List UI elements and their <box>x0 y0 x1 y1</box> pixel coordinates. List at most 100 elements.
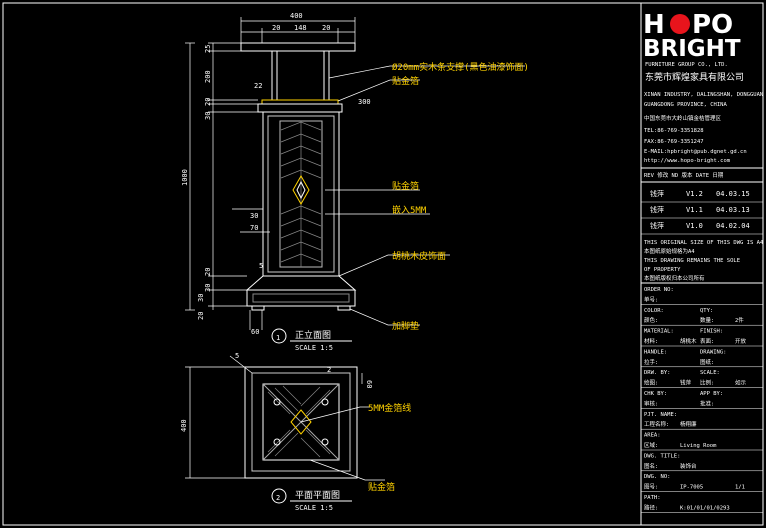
field-value: 装饰台 <box>680 462 697 470</box>
field-key: 单号: <box>644 295 658 303</box>
dim-left-200: 200 <box>204 70 212 83</box>
revision-by: 钱萍 <box>650 221 664 230</box>
dim-22: 22 <box>254 82 262 90</box>
addr-en-1: XINAN INDUSTRY, DALINGSHAN, DONGGUAN <box>644 92 763 98</box>
field-key: AREA: <box>644 433 661 439</box>
elevation-title-text: 正立面图 <box>295 329 331 341</box>
dim-70: 70 <box>250 224 258 232</box>
plan-dim-5: 5 <box>235 352 239 360</box>
email: E-MAIL:hpbright@pub.dgnet.gd.cn <box>644 149 747 155</box>
callout-gold-line: 5MM金箔线 <box>368 402 411 414</box>
revision-date: 04.02.04 <box>716 222 750 230</box>
field-key: 区域: <box>644 441 658 449</box>
note-size-cn: 本图纸原始规格为A4 <box>644 247 695 255</box>
herringbone-pattern <box>280 121 322 267</box>
revision-version: V1.0 <box>686 222 703 230</box>
dim-left-20b: 20 <box>204 268 212 276</box>
fax: FAX:86-769-3351247 <box>644 139 704 145</box>
dim-30: 30 <box>250 212 258 220</box>
dim-b: 148 <box>294 24 307 32</box>
field-key-2: DRAWING: <box>700 349 727 355</box>
elevation-title: 1 正立面图 SCALE 1:5 <box>271 328 352 352</box>
note-property-cn: 本图纸版权归本公司所有 <box>644 274 705 282</box>
dim-c: 20 <box>322 24 330 32</box>
field-value-2: 2件 <box>735 316 744 324</box>
dim-left-30c: 30 <box>197 294 205 302</box>
elevation-title-number: 1 <box>276 334 280 342</box>
company-logo: H PO BRIGHT FURNITURE GROUP CO., LTD. 东莞… <box>643 10 744 83</box>
plan-title-text: 平面平面图 <box>295 490 340 501</box>
field-value: K:01/01/01/0293 <box>680 505 730 511</box>
top-slab <box>240 42 356 52</box>
addr-en-2: GUANGDONG PROVINCE, CHINA <box>644 102 727 108</box>
callout-gold-leaf-1: 贴金箔 <box>392 75 419 87</box>
pedestal-base <box>245 275 357 291</box>
callout-support-rod: Ø20mm实木条支撑(黑色油漆饰面) <box>392 61 529 73</box>
plan-scale: SCALE 1:5 <box>295 504 333 512</box>
revision-by: 钱萍 <box>650 205 664 214</box>
field-key-2: 表面: <box>700 337 714 345</box>
elevation-dim-labels: 400 20 148 20 25 200 20 30 1000 30 70 5 … <box>181 12 371 336</box>
field-key: DWG. TITLE: <box>644 453 680 459</box>
field-key-2: 比例: <box>700 379 714 387</box>
dim-left-25: 25 <box>204 45 212 53</box>
gold-band <box>261 99 339 105</box>
field-key: COLOR: <box>644 308 664 314</box>
field-key: CHK BY: <box>644 391 667 397</box>
field-key: DWG. NO: <box>644 474 671 480</box>
field-value: 杨翔廉 <box>680 420 697 428</box>
field-key-2: 数量: <box>700 316 714 324</box>
field-key: DRW. BY: <box>644 370 671 376</box>
callout-walnut-veneer: 胡桃木皮饰面 <box>392 250 446 262</box>
field-key: 路径: <box>644 503 658 511</box>
title-block: H PO BRIGHT FURNITURE GROUP CO., LTD. 东莞… <box>640 3 764 525</box>
note-size: THIS ORIGINAL SIZE OF THIS DWG IS A4 <box>644 240 764 246</box>
dim-300: 300 <box>358 98 371 106</box>
plan-dim-400: 400 <box>180 419 188 432</box>
note-property-2: OF PROPERTY <box>644 267 681 273</box>
logo-red-dot <box>670 14 690 34</box>
field-key: 材料: <box>644 337 658 345</box>
field-key-2: FINISH: <box>700 329 723 335</box>
revision-version: V1.1 <box>686 206 703 214</box>
cad-drawing-canvas[interactable]: 400 20 148 20 25 200 20 30 1000 30 70 5 … <box>0 0 766 528</box>
revision-by: 钱萍 <box>650 189 664 198</box>
logo-group: FURNITURE GROUP CO., LTD. <box>645 62 728 68</box>
revision-date: 04.03.15 <box>716 190 750 198</box>
field-key: 颜色: <box>644 316 658 324</box>
field-key: MATERIAL: <box>644 329 674 335</box>
field-key-2: 图纸: <box>700 358 714 366</box>
plan-title-number: 2 <box>276 494 280 502</box>
logo-company-cn: 东莞市辉煌家具有限公司 <box>645 71 744 83</box>
dim-left-20: 20 <box>204 98 212 106</box>
revision-date: 04.03.13 <box>716 206 750 214</box>
field-value: IP-7005 <box>680 485 703 491</box>
plan-dimensions <box>185 355 385 481</box>
tel: TEL:86-769-3351828 <box>644 128 704 134</box>
dim-left-1000: 1000 <box>181 169 189 186</box>
field-value-2: 开放 <box>735 337 747 345</box>
field-key: 拉手: <box>644 358 658 366</box>
field-key: PATH: <box>644 495 661 501</box>
callout-plan-gold-leaf: 贴金箔 <box>368 481 395 493</box>
field-key: 工程名称: <box>644 420 669 428</box>
field-key: PJT. NAME: <box>644 412 677 418</box>
field-key: 审核: <box>644 399 658 407</box>
dim-left-20c: 20 <box>197 312 205 320</box>
callout-inset-5mm: 嵌入5MM <box>392 205 427 216</box>
field-key-2: SCALE: <box>700 370 720 376</box>
callout-gold-leaf-2: 贴金箔 <box>392 180 419 192</box>
field-key: ORDER NO: <box>644 287 674 293</box>
plan-title: 2 平面平面图 SCALE 1:5 <box>271 488 352 512</box>
elevation-scale: SCALE 1:5 <box>295 344 333 352</box>
field-key: 图名: <box>644 462 658 470</box>
dim-5: 5 <box>259 262 263 270</box>
dim-left-30b: 30 <box>204 284 212 292</box>
dim-left-30: 30 <box>204 112 212 120</box>
dim-a: 20 <box>272 24 280 32</box>
field-rows: ORDER NO: 单号: COLOR: QTY: 颜色: 数量: 2件 MATERIAL: F… <box>641 287 763 513</box>
field-value-2: 如示 <box>735 379 747 387</box>
field-key-2: 批准: <box>700 399 714 407</box>
website: http://www.hopo-bright.com <box>644 158 731 164</box>
field-value: 胡桃木 <box>680 337 697 345</box>
